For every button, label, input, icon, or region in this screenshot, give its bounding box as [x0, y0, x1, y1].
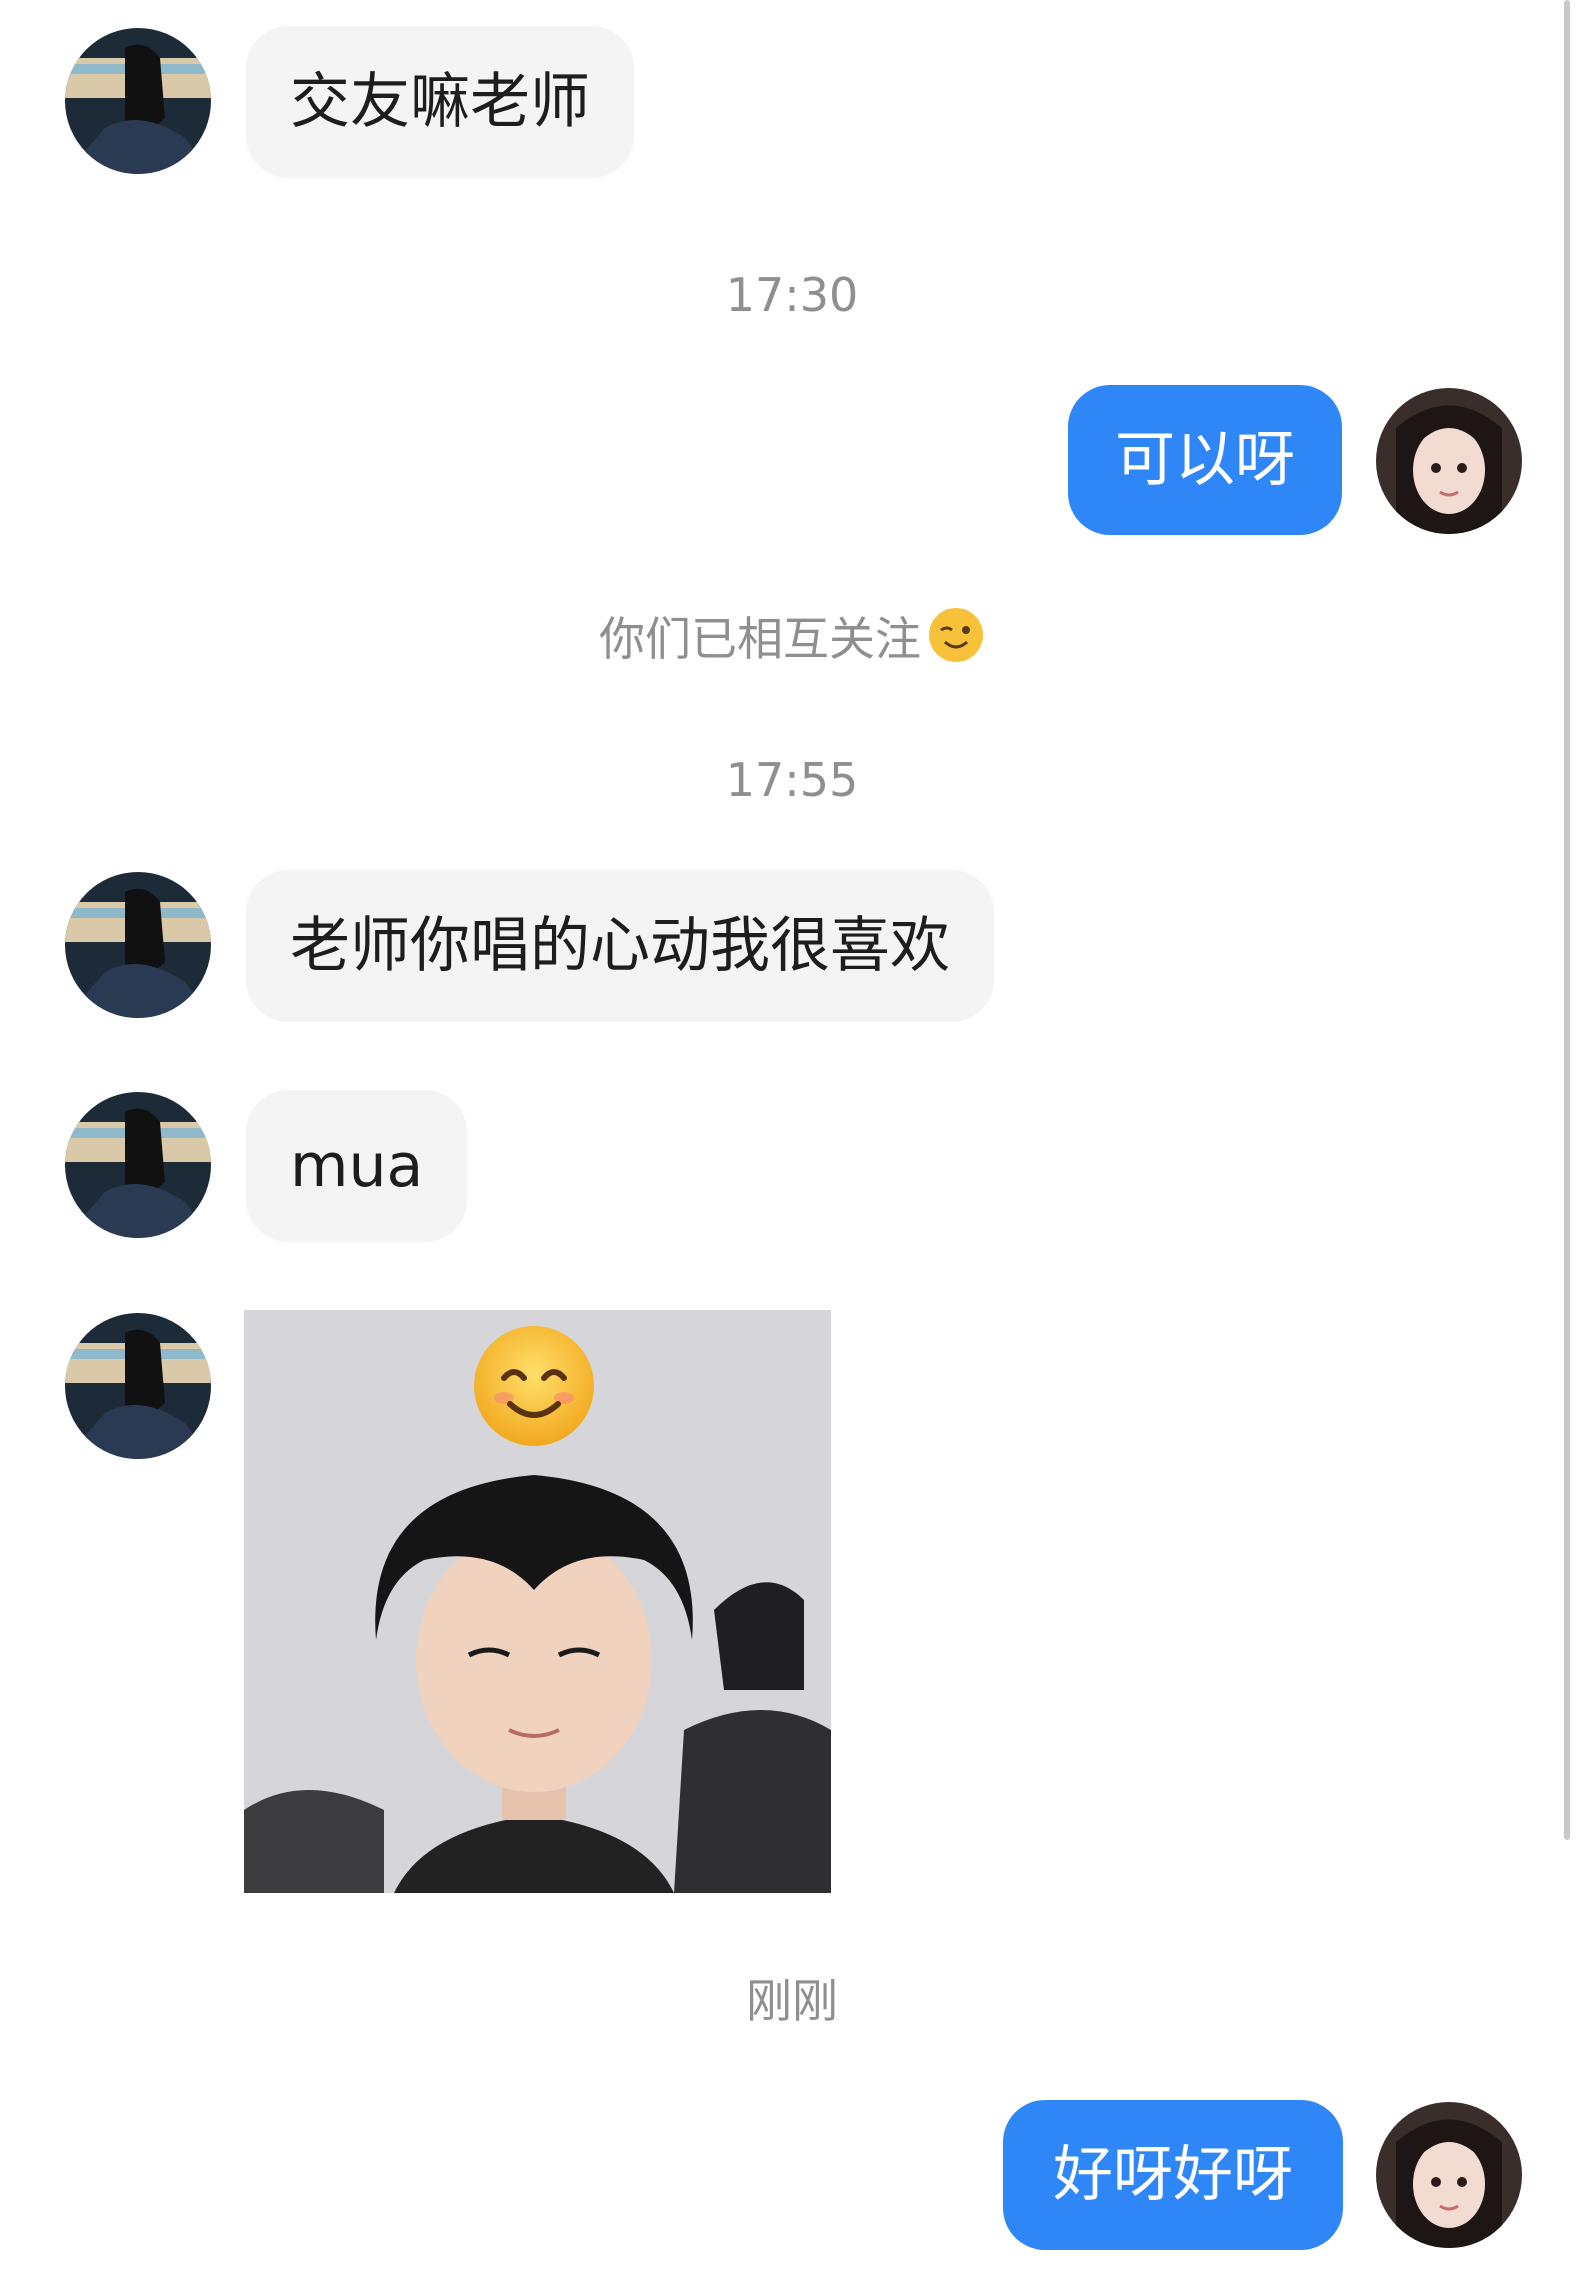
- contact-avatar[interactable]: [65, 1313, 211, 1459]
- winking-face-icon: [927, 606, 985, 671]
- contact-avatar[interactable]: [65, 28, 211, 174]
- message-bubble-incoming[interactable]: 老师你唱的心动我很喜欢: [246, 870, 994, 1022]
- timestamp: 刚刚: [746, 1974, 838, 2028]
- message-text: mua: [290, 1131, 424, 1201]
- my-avatar[interactable]: [1376, 2102, 1522, 2248]
- timestamp: 17:55: [725, 753, 859, 807]
- message-text: 可以呀: [1115, 425, 1295, 495]
- smiling-face-icon: [470, 1322, 598, 1450]
- message-bubble-incoming[interactable]: mua: [246, 1090, 468, 1242]
- image-message[interactable]: [244, 1310, 831, 1893]
- message-bubble-incoming[interactable]: 交友嘛老师: [246, 26, 634, 178]
- message-text: 好呀好呀: [1053, 2140, 1293, 2210]
- message-text: 老师你唱的心动我很喜欢: [290, 911, 950, 981]
- message-bubble-outgoing[interactable]: 好呀好呀: [1003, 2100, 1343, 2250]
- system-note-text: 你们已相互关注: [599, 611, 921, 666]
- mutual-follow-note: 你们已相互关注: [0, 606, 1584, 671]
- message-text: 交友嘛老师: [290, 67, 590, 137]
- timestamp: 17:30: [725, 268, 859, 322]
- contact-avatar[interactable]: [65, 872, 211, 1018]
- contact-avatar[interactable]: [65, 1092, 211, 1238]
- message-bubble-outgoing[interactable]: 可以呀: [1068, 385, 1342, 535]
- my-avatar[interactable]: [1376, 388, 1522, 534]
